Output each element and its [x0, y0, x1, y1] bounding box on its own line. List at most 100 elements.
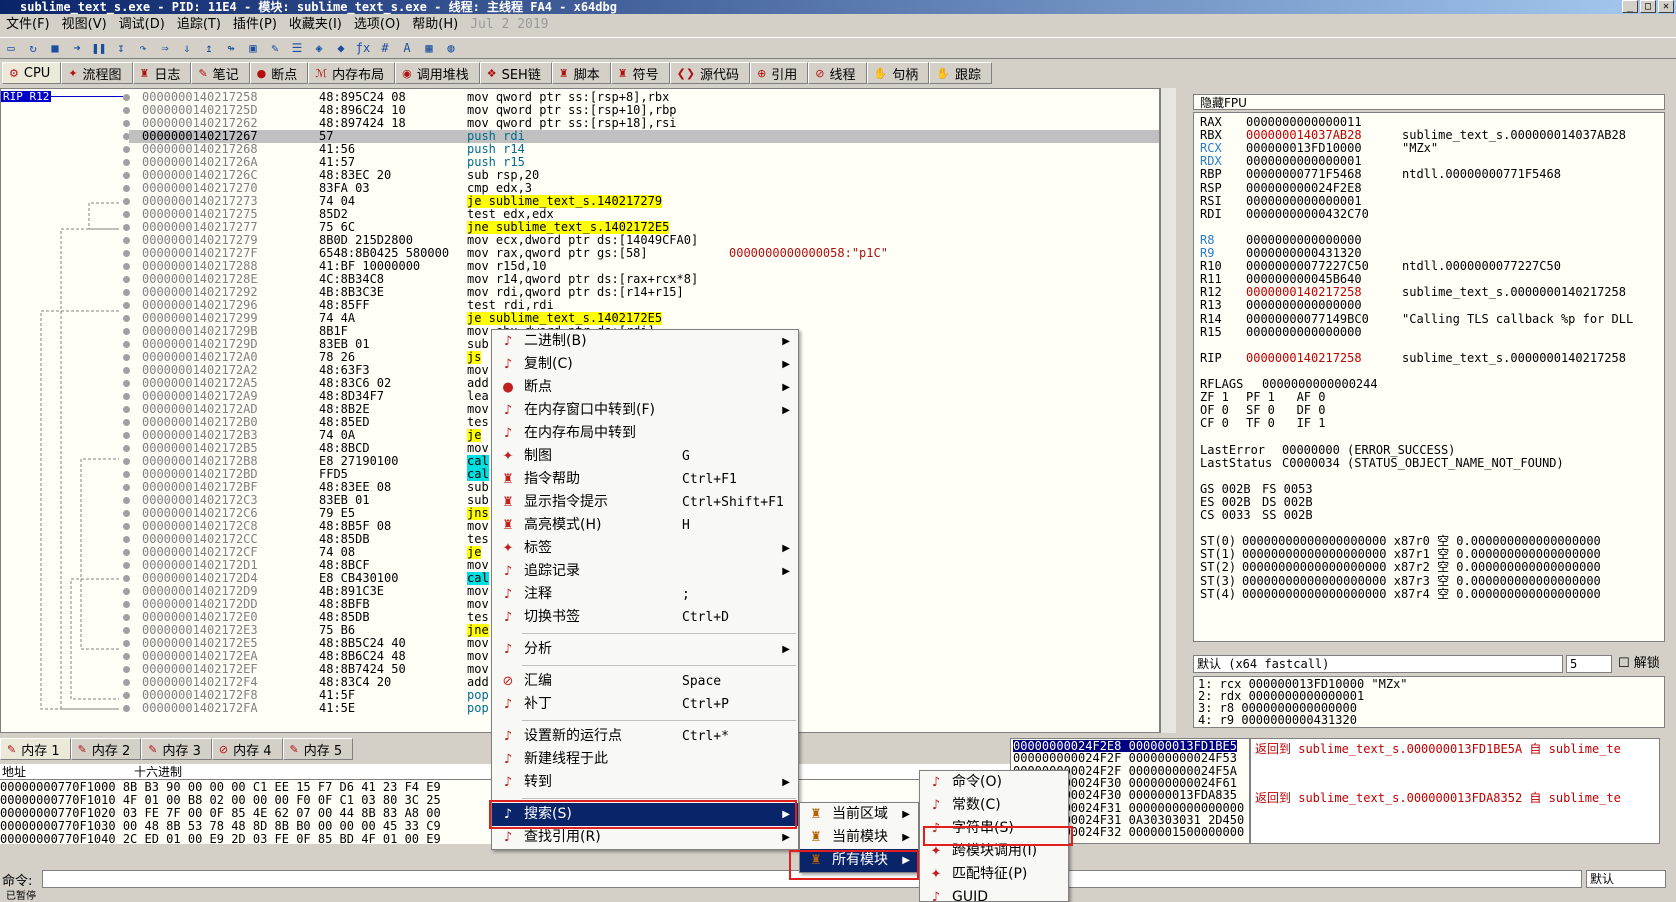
execute-till-return-icon[interactable]: ↥ [200, 40, 218, 56]
close-icon[interactable]: ■ [46, 40, 64, 56]
context-menu-item[interactable]: ♪ 设置新的运行点 Ctrl+* [492, 725, 798, 748]
context-menu-item[interactable]: ♪ 转到 ▶ [492, 771, 798, 794]
bookmark-icon[interactable]: ◆ [332, 40, 350, 56]
context-menu-item[interactable]: ♪ 分析 ▶ [492, 638, 798, 661]
arg-count-spinner[interactable]: 5 [1566, 655, 1612, 673]
hide-fpu-toggle[interactable]: 隐藏FPU [1193, 94, 1665, 110]
tab-seh[interactable]: ❖ SEH链 [479, 62, 552, 84]
tab-memory-map[interactable]: ℳ 内存布局 [308, 62, 396, 84]
disassembly-row[interactable]: 0000000140217268 41:56 push r14 [129, 143, 1159, 156]
context-menu-item[interactable]: ♪ 复制(C) ▶ [492, 353, 798, 376]
tab-log[interactable]: ♜ 日志 [132, 62, 192, 84]
register-value[interactable]: SS 002B [1262, 508, 1313, 522]
maximize-button[interactable]: □ [1640, 0, 1656, 13]
menu-favourites[interactable]: 收藏夹(I) [283, 15, 348, 35]
context-menu-item[interactable]: ♪ 查找引用(R) ▶ [492, 826, 798, 849]
disassembly-row[interactable]: 0000000140217292 4B:8B3C3E mov rdi,qword p… [129, 286, 1159, 299]
tab-source[interactable]: ❮❯ 源代码 [669, 62, 751, 84]
context-menu-item[interactable]: ✦ 标签 ▶ [492, 537, 798, 560]
menu-trace[interactable]: 追踪(T) [171, 15, 227, 35]
trace-into-icon[interactable]: ⇒ [156, 40, 174, 56]
register-value[interactable]: 000000013FD10000 [1246, 141, 1362, 155]
tab-memory-1[interactable]: ✎ 内存 1 [0, 738, 71, 760]
register-value[interactable]: 00000000000000000000 x87r4 空 0.000000000… [1242, 587, 1601, 601]
context-menu-item[interactable]: ⊘ 汇编 Space [492, 670, 798, 693]
context-menu-item[interactable]: ♪ 注释; [492, 583, 798, 606]
register-value[interactable]: 00000000000000000000 x87r2 空 0.000000000… [1242, 560, 1601, 574]
register-value[interactable]: C0000034 (STATUS_OBJECT_NAME_NOT_FOUND) [1282, 456, 1564, 470]
pause-icon[interactable]: ❚❚ [90, 40, 108, 56]
disassembly-row[interactable]: 0000000140217262 48:897424 18 mov qword pt… [129, 117, 1159, 130]
context-menu-item[interactable]: ✦ 制图 G [492, 445, 798, 468]
menu-debug[interactable]: 调试(D) [113, 15, 171, 35]
register-value[interactable]: 0000000000000011 [1246, 115, 1362, 129]
tab-memory-4[interactable]: ⊘ 内存 4 [211, 738, 283, 760]
register-value[interactable]: 000000014037AB28 [1246, 128, 1362, 142]
arguments-view[interactable]: 1: rcx 000000013FD10000 "MZx" 2: rdx 0000… [1193, 676, 1665, 728]
all-modules-submenu-item[interactable]: ♪ 常数(C) [920, 794, 1068, 817]
context-menu-item[interactable]: ♪ 二进制(B) ▶ [492, 330, 798, 353]
disassembly-row[interactable]: 000000014021727F 6548:8B0425 580000 mov ra… [129, 247, 1159, 260]
label-icon[interactable]: ◈ [310, 40, 328, 56]
tab-symbols[interactable]: ♜ 符号 [610, 62, 670, 84]
register-value[interactable]: 00000000000000000000 x87r1 空 0.000000000… [1242, 547, 1601, 561]
scylla-icon[interactable]: ▣ [244, 40, 262, 56]
tab-memory-5[interactable]: ✎ 内存 5 [282, 738, 354, 760]
context-menu-item[interactable]: ♪ 在内存布局中转到 [492, 422, 798, 445]
register-value[interactable]: 0000000000000001 [1246, 194, 1362, 208]
register-value[interactable]: 00000000000432C70 [1246, 207, 1369, 221]
register-value[interactable]: FS 0053 [1262, 482, 1313, 496]
tab-memory-3[interactable]: ✎ 内存 3 [141, 738, 212, 760]
tab-breakpoints[interactable]: ● 断点 [249, 62, 309, 84]
register-value[interactable]: 0000000000000000 [1246, 325, 1362, 339]
register-value[interactable]: 00000000000000000000 x87r3 空 0.000000000… [1242, 574, 1601, 588]
tab-call-stack[interactable]: ◉ 调用堆栈 [395, 62, 480, 84]
menu-options[interactable]: 选项(O) [348, 15, 406, 35]
context-menu-item[interactable]: ♜ 显示指令提示 Ctrl+Shift+F1 [492, 491, 798, 514]
register-value[interactable]: 00000000 (ERROR_SUCCESS) [1282, 443, 1455, 457]
tab-handles[interactable]: ✋ 句柄 [866, 62, 930, 84]
font-icon[interactable]: A [398, 40, 416, 56]
context-menu-item[interactable]: ♪ 在内存窗口中转到(F) ▶ [492, 399, 798, 422]
tab-memory-2[interactable]: ✎ 内存 2 [70, 738, 142, 760]
register-value[interactable]: 0000000000000000 [1246, 298, 1362, 312]
tab-cpu[interactable]: ⚙ CPU [2, 62, 62, 84]
register-value[interactable]: 0000000000000244 [1262, 377, 1378, 391]
run-to-user-icon[interactable]: ↬ [222, 40, 240, 56]
register-value[interactable]: 00000000077227C50 [1246, 259, 1369, 273]
register-value[interactable]: 0000000140217258 [1246, 351, 1362, 365]
register-value[interactable]: 00000000771F5468 [1246, 167, 1362, 181]
command-mode-select[interactable]: 默认 [1586, 870, 1666, 888]
run-icon[interactable]: ➜ [68, 40, 86, 56]
disassembly-scrollbar[interactable] [1160, 88, 1176, 733]
menu-view[interactable]: 视图(V) [56, 15, 113, 35]
tab-notes[interactable]: ✎ 笔记 [191, 62, 250, 84]
comment-icon[interactable]: ☰ [288, 40, 306, 56]
register-value[interactable]: TF 0 IF 1 [1246, 416, 1325, 430]
search-submenu-item[interactable]: ♜ 当前区域 ▶ [800, 803, 918, 826]
register-value[interactable]: 0000000140217258 [1246, 285, 1362, 299]
stack-row[interactable]: 00000000024F2E8 000000013FD1BE5 [1013, 740, 1237, 752]
disassembly-row[interactable]: 0000000140217273 74 04 je sublime_text_s.1… [129, 195, 1159, 208]
register-value[interactable]: DS 002B [1262, 495, 1313, 509]
context-menu-item[interactable]: ♪ 追踪记录 ▶ [492, 560, 798, 583]
disassembly-row[interactable]: 000000014021726C 48:83EC 20 sub rsp,20 [129, 169, 1159, 182]
registers-view[interactable]: RAX 0000000000000011 RBX 000000014037AB28 su… [1193, 112, 1665, 642]
tab-references[interactable]: ⊕ 引用 [750, 62, 809, 84]
tab-threads[interactable]: ⊘ 线程 [808, 62, 867, 84]
open-icon[interactable]: ▭ [2, 40, 20, 56]
close-button[interactable]: ✕ [1658, 0, 1674, 13]
globe-icon[interactable]: ◍ [442, 40, 460, 56]
all-modules-submenu-item[interactable]: ♪ 命令(O) [920, 771, 1068, 794]
disassembly-row[interactable]: 0000000140217267 57 push rdi [129, 130, 1159, 143]
patch-icon[interactable]: ✎ [266, 40, 284, 56]
menu-plugins[interactable]: 插件(P) [227, 15, 283, 35]
calling-convention-select[interactable]: 默认 (x64 fastcall) [1193, 655, 1563, 673]
tab-trace[interactable]: ✋ 跟踪 [929, 62, 992, 84]
stack-row[interactable]: 000000000024F2F 000000000024F53 [1013, 752, 1237, 764]
register-value[interactable]: 00000000077149BC0 [1246, 312, 1369, 326]
calculator-icon[interactable]: ▦ [420, 40, 438, 56]
tab-script[interactable]: ♜ 脚本 [551, 62, 611, 84]
menu-file[interactable]: 文件(F) [0, 15, 56, 35]
step-over-icon[interactable]: ↷ [134, 40, 152, 56]
